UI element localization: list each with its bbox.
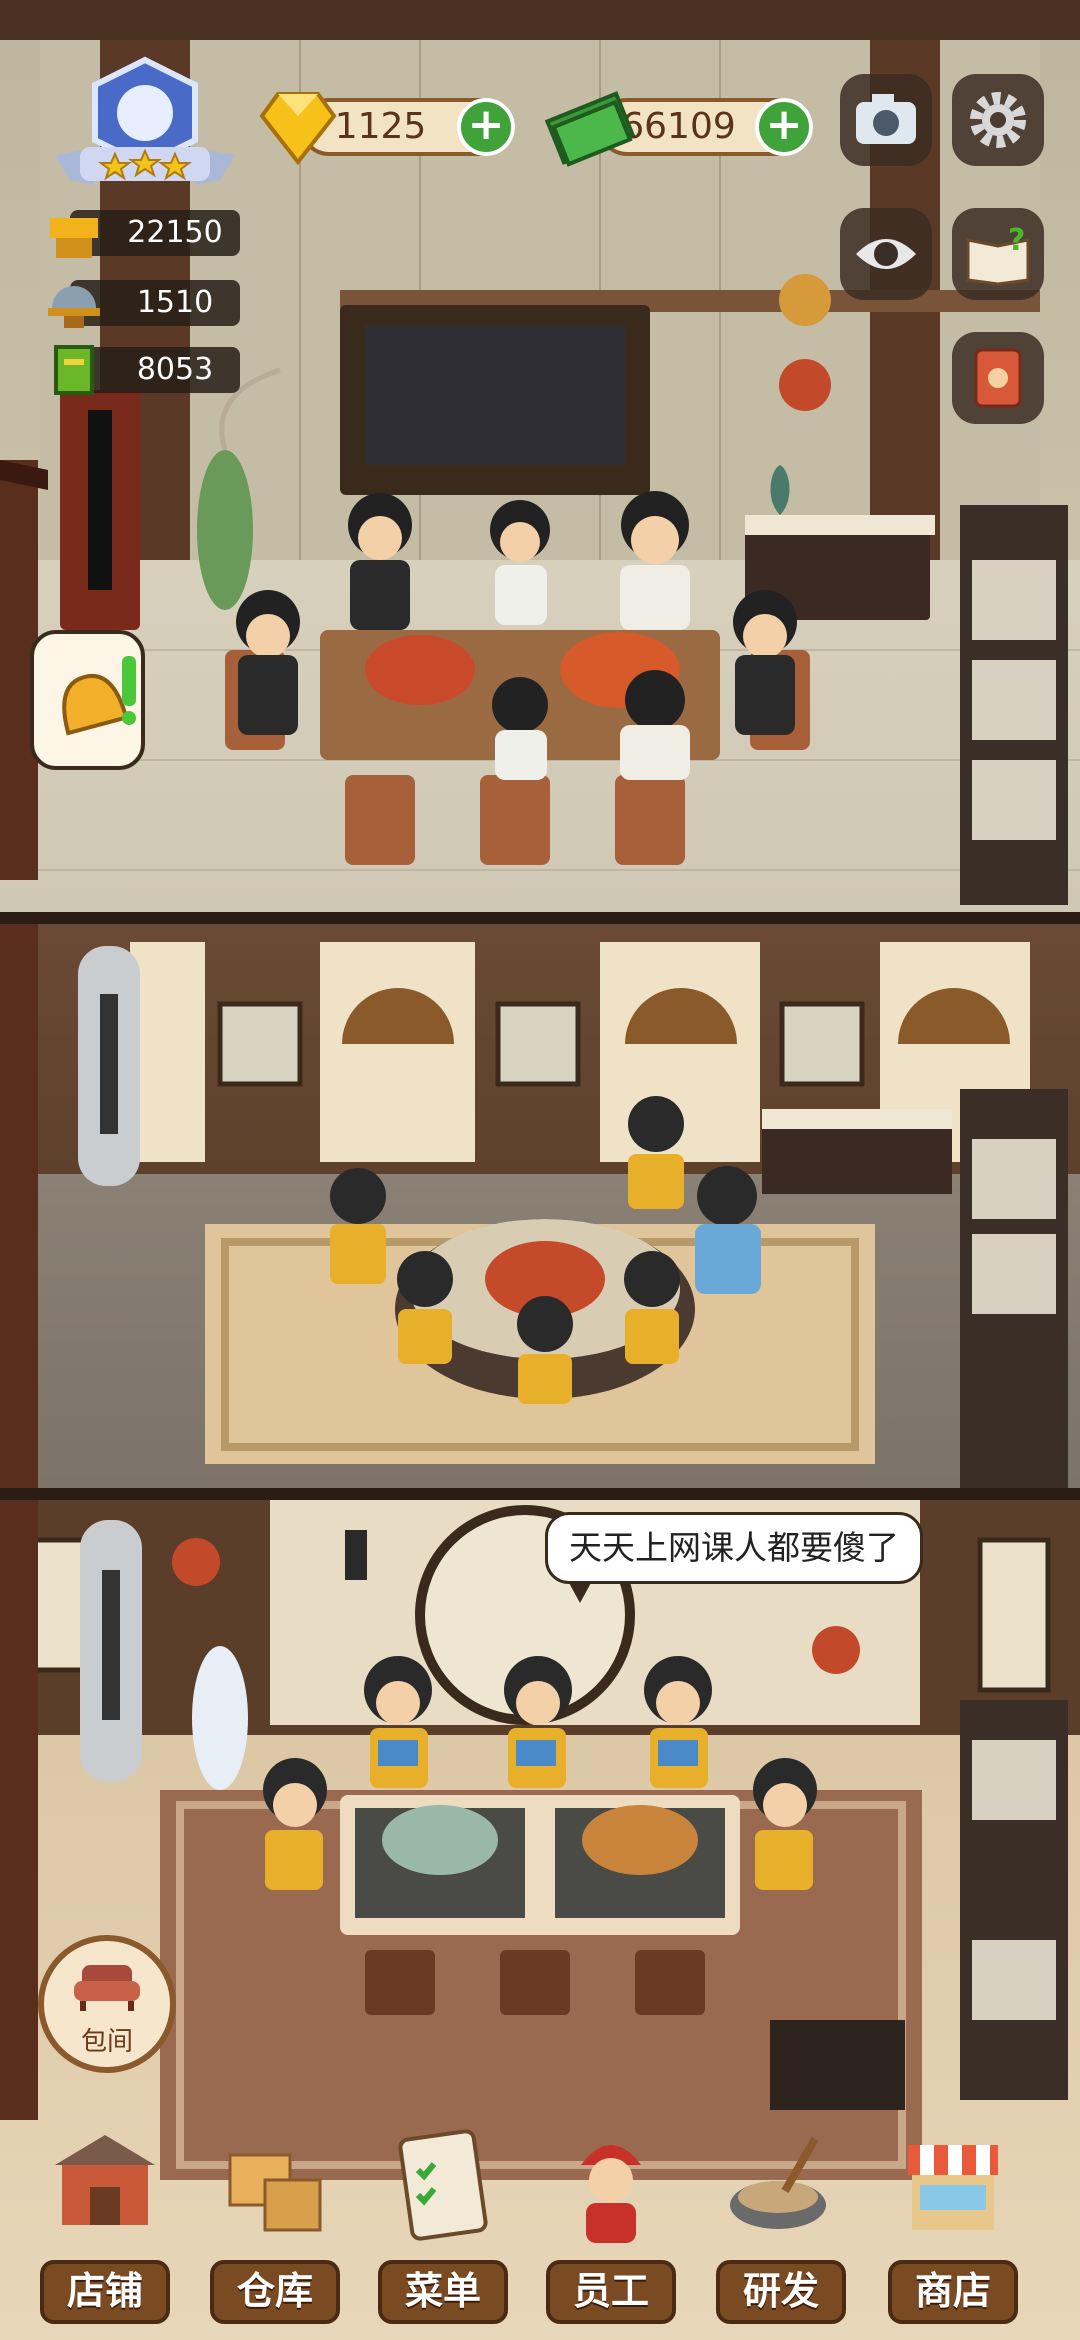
dining-room-1[interactable]: 1125 + 66109 + 22150 1510 8053 ? bbox=[0, 0, 1080, 912]
cash-icon bbox=[545, 91, 635, 167]
camera-icon bbox=[856, 94, 916, 144]
stat-menu-value: 8053 bbox=[136, 352, 214, 387]
order-bell-button[interactable] bbox=[30, 630, 145, 770]
hotpot bbox=[365, 635, 475, 705]
private-room-button[interactable]: 包间 bbox=[38, 1935, 176, 2073]
nav-staff[interactable]: 员工 bbox=[546, 2125, 676, 2330]
nav-staff-label: 员工 bbox=[546, 2260, 676, 2324]
add-cash-button[interactable]: + bbox=[755, 98, 813, 156]
hotpot bbox=[382, 1805, 498, 1875]
camera-button[interactable] bbox=[840, 74, 932, 166]
opera-mask bbox=[779, 274, 831, 326]
stat-menu: 8053 bbox=[54, 345, 240, 395]
stat-dish-value: 1510 bbox=[136, 285, 214, 320]
private-room-label: 包间 bbox=[80, 2027, 133, 2057]
svg-text:?: ? bbox=[1008, 223, 1025, 258]
wok-icon bbox=[730, 2137, 826, 2229]
recipe-book-button[interactable] bbox=[952, 332, 1044, 424]
add-gems-button[interactable]: + bbox=[457, 98, 515, 156]
dining-room-2[interactable] bbox=[0, 924, 1080, 1489]
stat-dish: 1510 bbox=[48, 280, 240, 328]
gem-icon bbox=[259, 92, 337, 166]
clipboard-icon bbox=[398, 2129, 488, 2241]
nav-store-label: 店铺 bbox=[40, 2260, 170, 2324]
vase bbox=[192, 1646, 248, 1790]
menu-book-icon bbox=[54, 345, 94, 395]
nav-menu-label: 菜单 bbox=[378, 2260, 508, 2324]
lantern bbox=[345, 1530, 367, 1580]
view-button[interactable] bbox=[840, 208, 932, 300]
stat-counter: 22150 bbox=[50, 210, 240, 258]
vase bbox=[197, 450, 253, 610]
market-stall-icon bbox=[908, 2145, 998, 2230]
floor-divider bbox=[0, 1488, 1080, 1500]
counter-icon bbox=[50, 218, 98, 258]
nav-research-label: 研发 bbox=[716, 2260, 846, 2324]
hotpot bbox=[582, 1805, 698, 1875]
dish-cover-icon bbox=[48, 286, 100, 328]
level-badge[interactable] bbox=[45, 55, 245, 195]
boxes-icon bbox=[228, 2153, 322, 2232]
nav-research[interactable]: 研发 bbox=[716, 2125, 846, 2330]
opera-mask bbox=[779, 359, 831, 411]
side-table bbox=[770, 2020, 905, 2110]
nav-store[interactable]: 店铺 bbox=[40, 2125, 170, 2330]
nav-warehouse[interactable]: 仓库 bbox=[210, 2125, 340, 2330]
shop-house-icon bbox=[55, 2135, 155, 2225]
nav-warehouse-label: 仓库 bbox=[210, 2260, 340, 2324]
stat-counter-value: 22150 bbox=[127, 215, 223, 250]
settings-button[interactable] bbox=[952, 74, 1044, 166]
sofa-icon bbox=[74, 1965, 140, 2011]
floor-divider bbox=[0, 912, 1080, 924]
bell-icon bbox=[62, 656, 136, 736]
nav-shop-label: 商店 bbox=[888, 2260, 1018, 2324]
nav-shop[interactable]: 商店 bbox=[888, 2125, 1018, 2330]
opera-mask bbox=[172, 1538, 220, 1586]
room2-scene bbox=[0, 924, 1068, 1489]
guide-book-button[interactable]: ? bbox=[952, 208, 1044, 300]
speech-text: 天天上网课人都要傻了 bbox=[569, 1528, 899, 1567]
book-question-icon: ? bbox=[966, 223, 1030, 286]
eye-icon bbox=[856, 239, 916, 269]
opera-mask bbox=[812, 1626, 860, 1674]
red-book-icon bbox=[974, 348, 1022, 408]
nav-menu[interactable]: 菜单 bbox=[378, 2125, 508, 2330]
gear-icon bbox=[970, 92, 1026, 148]
customer-speech-bubble: 天天上网课人都要傻了 bbox=[545, 1512, 923, 1603]
chef-icon bbox=[581, 2145, 641, 2243]
